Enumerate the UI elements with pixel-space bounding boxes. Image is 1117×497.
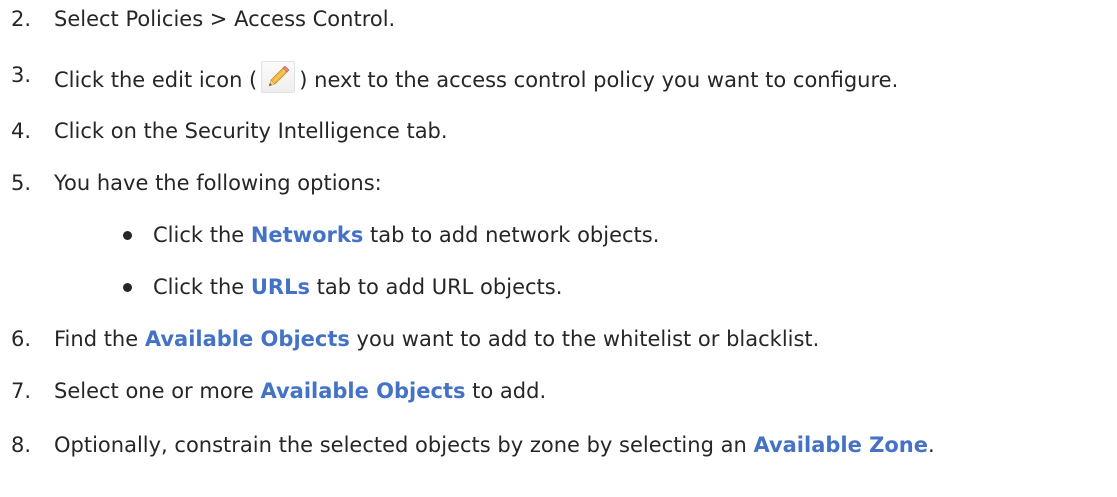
step-text-before: Find the	[54, 327, 145, 351]
available-zone-term: Available Zone	[753, 433, 928, 457]
step-number: 4.	[11, 119, 32, 143]
step-text: Select one or more Available Objects to …	[54, 377, 546, 405]
step-text: Optionally, constrain the selected objec…	[54, 431, 935, 459]
available-objects-term: Available Objects	[144, 327, 350, 351]
bullet-text-after: tab to add network objects.	[363, 223, 660, 247]
step-text-after: to add.	[465, 379, 547, 403]
step-number: 8.	[11, 433, 32, 457]
step-text-before: Select one or more	[54, 379, 261, 403]
step-text-after-icon: ) next to the access control policy you …	[299, 68, 899, 92]
step-number: 3.	[11, 63, 32, 87]
step-text-before: Optionally, constrain the selected objec…	[54, 433, 754, 457]
step-text: Click the edit icon ( ) next to the acce…	[54, 61, 898, 94]
bullet-text-before: Click the	[153, 223, 251, 247]
step-text-before-icon: Click the edit icon (	[54, 68, 258, 92]
step-number: 6.	[11, 327, 32, 351]
bullet-text: Click the Networks tab to add network ob…	[153, 221, 659, 249]
bullet-dot	[123, 283, 132, 292]
bullet-dot	[123, 231, 132, 240]
step-number: 7.	[11, 379, 32, 403]
document-body: 2. Select Policies > Access Control. 3. …	[0, 0, 1117, 497]
pencil-icon-graphic	[268, 65, 290, 87]
step-number: 5.	[11, 171, 32, 195]
step-text-after: you want to add to the whitelist or blac…	[349, 327, 820, 351]
available-objects-term: Available Objects	[260, 379, 466, 403]
step-number: 2.	[11, 7, 32, 31]
urls-tab-term: URLs	[250, 275, 310, 299]
step-text: Find the Available Objects you want to a…	[54, 325, 819, 353]
networks-tab-term: Networks	[250, 223, 364, 247]
bullet-text-after: tab to add URL objects.	[309, 275, 563, 299]
step-text-after: .	[928, 433, 935, 457]
bullet-text: Click the URLs tab to add URL objects.	[153, 273, 562, 301]
step-text: Click on the Security Intelligence tab.	[54, 119, 448, 143]
bullet-text-before: Click the	[153, 275, 251, 299]
pencil-edit-icon	[261, 61, 296, 93]
step-text: You have the following options:	[54, 171, 382, 195]
step-text: Select Policies > Access Control.	[54, 7, 396, 31]
